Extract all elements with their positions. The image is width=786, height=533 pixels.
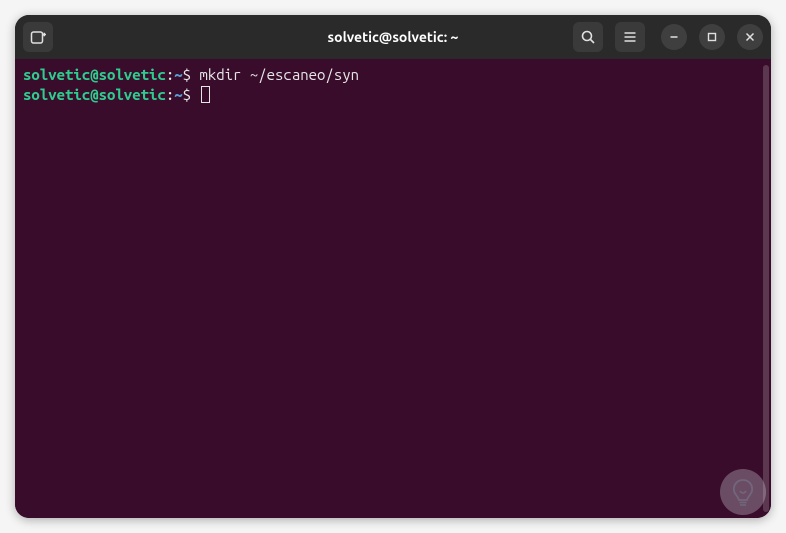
prompt-path: ~ xyxy=(174,86,182,103)
terminal-window: solvetic@solvetic: ~ xyxy=(15,15,771,518)
prompt-user-host: solvetic@solvetic xyxy=(23,66,166,83)
menu-button[interactable] xyxy=(615,22,645,52)
new-tab-icon xyxy=(30,29,47,46)
prompt-dollar: $ xyxy=(183,86,191,103)
prompt-dollar: $ xyxy=(183,66,191,83)
prompt-colon: : xyxy=(166,86,174,103)
search-icon xyxy=(580,29,596,45)
titlebar: solvetic@solvetic: ~ xyxy=(15,15,771,59)
maximize-button[interactable] xyxy=(699,24,725,50)
minimize-icon xyxy=(668,31,680,43)
minimize-button[interactable] xyxy=(661,24,687,50)
search-button[interactable] xyxy=(573,22,603,52)
terminal-line: solvetic@solvetic:~$ xyxy=(23,85,763,105)
terminal-cursor xyxy=(201,86,210,103)
close-icon xyxy=(744,31,756,43)
maximize-icon xyxy=(706,31,718,43)
command-text xyxy=(191,86,199,103)
new-tab-button[interactable] xyxy=(23,22,53,52)
terminal-body[interactable]: solvetic@solvetic:~$ mkdir ~/escaneo/syn… xyxy=(15,59,771,518)
prompt-path: ~ xyxy=(174,66,182,83)
prompt-user-host: solvetic@solvetic xyxy=(23,86,166,103)
hamburger-icon xyxy=(622,29,638,45)
command-text: mkdir ~/escaneo/syn xyxy=(191,66,359,83)
close-button[interactable] xyxy=(737,24,763,50)
scrollbar[interactable] xyxy=(763,65,769,512)
terminal-line: solvetic@solvetic:~$ mkdir ~/escaneo/syn xyxy=(23,65,763,85)
prompt-colon: : xyxy=(166,66,174,83)
